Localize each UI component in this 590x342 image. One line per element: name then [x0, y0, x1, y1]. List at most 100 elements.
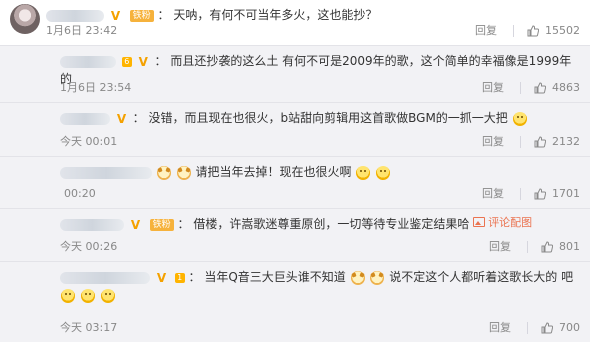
comment: V 铁粉 ： 借楼，许嵩歌迷尊重原创，一切等待专业鉴定结果哈 评论配图 今天 0… — [0, 209, 590, 262]
colon: ： — [154, 54, 167, 68]
comment-meta: 1月6日 23:54 回复 4863 — [60, 80, 580, 96]
like-button[interactable]: 801 — [531, 239, 580, 255]
comment: V ： 没错，而且现在也很火，b站甜向剪辑用这首歌做BGM的一抓一大把 今天 0… — [0, 103, 590, 157]
like-count: 1701 — [552, 187, 580, 200]
colon: ： — [132, 111, 145, 125]
comment-content: V 铁粉 ： 天呐，有何不可当年多火，这也能抄？ — [46, 6, 580, 24]
comment-thread: V 铁粉 ： 天呐，有何不可当年多火，这也能抄？ 1月6日 23:42 回复 1… — [0, 0, 590, 342]
laughing-emoji-icon — [61, 288, 75, 303]
level-badge: 6 — [121, 56, 132, 67]
colon: ： — [177, 217, 190, 231]
like-count: 4863 — [552, 81, 580, 94]
thumbs-up-icon — [527, 25, 539, 37]
username[interactable] — [46, 9, 104, 22]
thumbs-up-icon — [541, 241, 553, 253]
username[interactable] — [60, 166, 152, 179]
timestamp: 1月6日 23:42 — [46, 24, 118, 37]
timestamp: 今天 00:26 — [60, 240, 118, 253]
like-button[interactable]: 2132 — [524, 134, 580, 150]
username[interactable] — [60, 218, 124, 231]
comment-actions: 回复 4863 — [482, 80, 580, 96]
reply-button[interactable]: 回复 — [475, 23, 509, 39]
comment-text: 当年Q音三大巨头谁不知道 — [204, 270, 346, 284]
comment: V 铁粉 ： 天呐，有何不可当年多火，这也能抄？ 1月6日 23:42 回复 1… — [0, 0, 590, 46]
like-count: 700 — [559, 321, 580, 334]
comment-meta: 今天 03:17 回复 700 — [60, 320, 580, 336]
thumbs-up-icon — [534, 188, 546, 200]
laughing-emoji-icon — [100, 288, 115, 303]
laughing-emoji-icon — [512, 111, 527, 126]
comment-actions: 回复 1701 — [482, 186, 580, 202]
dog-emoji-icon — [176, 165, 191, 180]
laughing-emoji-icon — [376, 165, 391, 180]
timestamp: 今天 00:01 — [60, 135, 118, 148]
like-button[interactable]: 1701 — [524, 186, 580, 202]
thumbs-up-icon — [534, 136, 546, 148]
comment-actions: 回复 2132 — [482, 134, 580, 150]
comment-actions: 回复 700 — [489, 320, 580, 336]
reply-button[interactable]: 回复 — [482, 186, 516, 202]
comment-content: V 铁粉 ： 借楼，许嵩歌迷尊重原创，一切等待专业鉴定结果哈 评论配图 — [60, 215, 580, 233]
like-button[interactable]: 15502 — [517, 23, 580, 39]
fan-badge: 铁粉 — [149, 218, 174, 231]
v-badge-icon: V — [116, 111, 127, 126]
comment-image-label: 评论配图 — [488, 216, 533, 229]
comment-meta: 1月6日 23:42 回复 15502 — [46, 23, 580, 39]
v-badge-icon: V — [110, 8, 121, 23]
v-badge-icon: V — [138, 54, 148, 69]
comment-text: 说不定这个人都听着这歌长大的 — [389, 270, 558, 284]
comment-text: 借楼，许嵩歌迷尊重原创，一切等待专业鉴定结果哈 — [193, 217, 470, 231]
comment: V 1 ： 当年Q音三大巨头谁不知道 说不定这个人都听着这歌长大的 吧 今天 0… — [0, 262, 590, 342]
thumbs-up-icon — [541, 322, 553, 334]
timestamp: 00:20 — [64, 187, 96, 200]
dog-emoji-icon — [350, 270, 365, 285]
username[interactable] — [60, 55, 116, 68]
thumbs-up-icon — [534, 82, 546, 94]
comment-meta: 今天 00:01 回复 2132 — [60, 134, 580, 150]
divider — [519, 188, 521, 200]
comment-meta: 今天 00:26 回复 801 — [60, 239, 580, 255]
comment-actions: 回复 15502 — [475, 23, 580, 39]
comment-content: 请把当年去掉！现在也很火啊 — [60, 163, 580, 181]
like-button[interactable]: 700 — [531, 320, 580, 336]
timestamp: 今天 03:17 — [60, 321, 118, 334]
level-badge: 1 — [174, 272, 185, 283]
comment-text: 吧 — [561, 270, 574, 284]
fan-badge: 铁粉 — [129, 9, 154, 22]
comment-text: 天呐，有何不可当年多火，这也能抄？ — [173, 8, 378, 22]
comment-image-link[interactable]: 评论配图 — [473, 215, 532, 231]
username[interactable] — [60, 112, 110, 125]
like-button[interactable]: 4863 — [524, 80, 580, 96]
dog-emoji-icon — [370, 270, 385, 285]
reply-button[interactable]: 回复 — [482, 134, 516, 150]
like-count: 2132 — [552, 135, 580, 148]
comment: 6 V ： 而且还抄袭的这么土 有何不可是2009年的歌，这个简单的幸福像是19… — [0, 46, 590, 103]
reply-button[interactable]: 回复 — [489, 239, 523, 255]
divider — [526, 241, 528, 253]
colon: ： — [157, 8, 170, 22]
laughing-emoji-icon — [80, 288, 95, 303]
reply-button[interactable]: 回复 — [482, 80, 516, 96]
divider — [519, 82, 521, 94]
colon: ： — [188, 270, 201, 284]
comment: 请把当年去掉！现在也很火啊 00:20 回复 1701 — [0, 157, 590, 209]
comment-content: V 1 ： 当年Q音三大巨头谁不知道 说不定这个人都听着这歌长大的 吧 — [60, 268, 580, 306]
reply-button[interactable]: 回复 — [489, 320, 523, 336]
comment-text: 请把当年去掉！现在也很火啊 — [195, 165, 352, 179]
avatar[interactable] — [10, 4, 40, 34]
divider — [519, 136, 521, 148]
v-badge-icon: V — [130, 217, 141, 232]
dog-emoji-icon — [156, 165, 171, 180]
laughing-emoji-icon — [356, 165, 371, 180]
username[interactable] — [60, 271, 150, 284]
like-count: 15502 — [545, 24, 580, 37]
v-badge-icon: V — [156, 270, 167, 285]
comment-actions: 回复 801 — [489, 239, 580, 255]
comment-meta: 00:20 回复 1701 — [60, 186, 580, 202]
comment-text: 没错，而且现在也很火，b站甜向剪辑用这首歌做BGM的一抓一大把 — [148, 111, 508, 125]
divider — [512, 25, 514, 37]
image-icon — [473, 217, 486, 227]
like-count: 801 — [559, 240, 580, 253]
timestamp: 1月6日 23:54 — [60, 81, 132, 94]
divider — [526, 322, 528, 334]
